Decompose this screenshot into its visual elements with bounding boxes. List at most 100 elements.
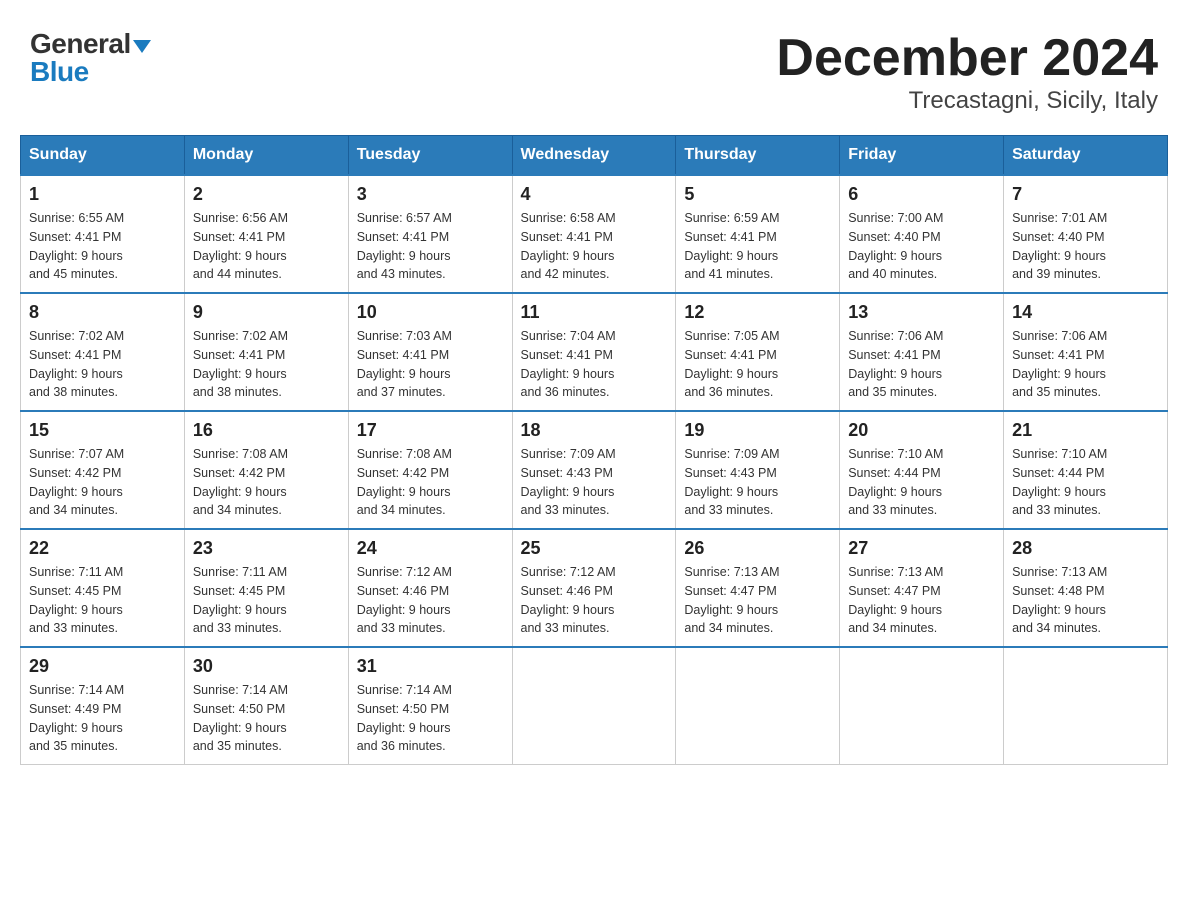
table-row: 20 Sunrise: 7:10 AM Sunset: 4:44 PM Dayl… <box>840 411 1004 529</box>
day-number: 25 <box>521 538 668 559</box>
logo-triangle-icon <box>133 40 151 53</box>
table-row: 4 Sunrise: 6:58 AM Sunset: 4:41 PM Dayli… <box>512 175 676 293</box>
day-info: Sunrise: 7:09 AM Sunset: 4:43 PM Dayligh… <box>684 445 831 520</box>
page-header: General Blue December 2024 Trecastagni, … <box>20 20 1168 115</box>
day-number: 31 <box>357 656 504 677</box>
calendar-week-row: 22 Sunrise: 7:11 AM Sunset: 4:45 PM Dayl… <box>21 529 1168 647</box>
day-number: 5 <box>684 184 831 205</box>
day-info: Sunrise: 7:02 AM Sunset: 4:41 PM Dayligh… <box>29 327 176 402</box>
col-wednesday: Wednesday <box>512 136 676 176</box>
day-info: Sunrise: 7:13 AM Sunset: 4:47 PM Dayligh… <box>684 563 831 638</box>
table-row <box>840 647 1004 765</box>
col-sunday: Sunday <box>21 136 185 176</box>
day-number: 22 <box>29 538 176 559</box>
day-info: Sunrise: 7:02 AM Sunset: 4:41 PM Dayligh… <box>193 327 340 402</box>
day-info: Sunrise: 7:12 AM Sunset: 4:46 PM Dayligh… <box>521 563 668 638</box>
table-row: 15 Sunrise: 7:07 AM Sunset: 4:42 PM Dayl… <box>21 411 185 529</box>
table-row: 16 Sunrise: 7:08 AM Sunset: 4:42 PM Dayl… <box>184 411 348 529</box>
day-info: Sunrise: 7:12 AM Sunset: 4:46 PM Dayligh… <box>357 563 504 638</box>
day-info: Sunrise: 6:58 AM Sunset: 4:41 PM Dayligh… <box>521 209 668 284</box>
col-friday: Friday <box>840 136 1004 176</box>
day-number: 21 <box>1012 420 1159 441</box>
day-number: 29 <box>29 656 176 677</box>
table-row: 14 Sunrise: 7:06 AM Sunset: 4:41 PM Dayl… <box>1004 293 1168 411</box>
day-info: Sunrise: 7:14 AM Sunset: 4:50 PM Dayligh… <box>357 681 504 756</box>
day-number: 1 <box>29 184 176 205</box>
table-row: 30 Sunrise: 7:14 AM Sunset: 4:50 PM Dayl… <box>184 647 348 765</box>
table-row: 8 Sunrise: 7:02 AM Sunset: 4:41 PM Dayli… <box>21 293 185 411</box>
day-info: Sunrise: 7:06 AM Sunset: 4:41 PM Dayligh… <box>1012 327 1159 402</box>
table-row: 9 Sunrise: 7:02 AM Sunset: 4:41 PM Dayli… <box>184 293 348 411</box>
day-number: 8 <box>29 302 176 323</box>
table-row: 21 Sunrise: 7:10 AM Sunset: 4:44 PM Dayl… <box>1004 411 1168 529</box>
table-row <box>676 647 840 765</box>
day-number: 7 <box>1012 184 1159 205</box>
table-row: 6 Sunrise: 7:00 AM Sunset: 4:40 PM Dayli… <box>840 175 1004 293</box>
day-info: Sunrise: 6:57 AM Sunset: 4:41 PM Dayligh… <box>357 209 504 284</box>
day-info: Sunrise: 7:08 AM Sunset: 4:42 PM Dayligh… <box>357 445 504 520</box>
day-info: Sunrise: 7:09 AM Sunset: 4:43 PM Dayligh… <box>521 445 668 520</box>
location-title: Trecastagni, Sicily, Italy <box>776 87 1158 115</box>
day-info: Sunrise: 7:06 AM Sunset: 4:41 PM Dayligh… <box>848 327 995 402</box>
col-monday: Monday <box>184 136 348 176</box>
calendar-header-row: Sunday Monday Tuesday Wednesday Thursday… <box>21 136 1168 176</box>
day-number: 18 <box>521 420 668 441</box>
day-info: Sunrise: 6:59 AM Sunset: 4:41 PM Dayligh… <box>684 209 831 284</box>
day-number: 2 <box>193 184 340 205</box>
day-number: 10 <box>357 302 504 323</box>
day-info: Sunrise: 7:08 AM Sunset: 4:42 PM Dayligh… <box>193 445 340 520</box>
calendar-week-row: 1 Sunrise: 6:55 AM Sunset: 4:41 PM Dayli… <box>21 175 1168 293</box>
col-saturday: Saturday <box>1004 136 1168 176</box>
day-info: Sunrise: 7:03 AM Sunset: 4:41 PM Dayligh… <box>357 327 504 402</box>
calendar-week-row: 15 Sunrise: 7:07 AM Sunset: 4:42 PM Dayl… <box>21 411 1168 529</box>
day-info: Sunrise: 7:13 AM Sunset: 4:47 PM Dayligh… <box>848 563 995 638</box>
day-info: Sunrise: 7:07 AM Sunset: 4:42 PM Dayligh… <box>29 445 176 520</box>
calendar-table: Sunday Monday Tuesday Wednesday Thursday… <box>20 135 1168 765</box>
day-number: 14 <box>1012 302 1159 323</box>
day-number: 24 <box>357 538 504 559</box>
table-row: 13 Sunrise: 7:06 AM Sunset: 4:41 PM Dayl… <box>840 293 1004 411</box>
table-row <box>512 647 676 765</box>
day-info: Sunrise: 7:10 AM Sunset: 4:44 PM Dayligh… <box>1012 445 1159 520</box>
day-info: Sunrise: 7:11 AM Sunset: 4:45 PM Dayligh… <box>29 563 176 638</box>
day-info: Sunrise: 6:56 AM Sunset: 4:41 PM Dayligh… <box>193 209 340 284</box>
logo-blue-text: Blue <box>30 56 89 87</box>
table-row: 1 Sunrise: 6:55 AM Sunset: 4:41 PM Dayli… <box>21 175 185 293</box>
day-info: Sunrise: 7:10 AM Sunset: 4:44 PM Dayligh… <box>848 445 995 520</box>
table-row: 7 Sunrise: 7:01 AM Sunset: 4:40 PM Dayli… <box>1004 175 1168 293</box>
day-number: 6 <box>848 184 995 205</box>
calendar-week-row: 29 Sunrise: 7:14 AM Sunset: 4:49 PM Dayl… <box>21 647 1168 765</box>
calendar-week-row: 8 Sunrise: 7:02 AM Sunset: 4:41 PM Dayli… <box>21 293 1168 411</box>
table-row: 5 Sunrise: 6:59 AM Sunset: 4:41 PM Dayli… <box>676 175 840 293</box>
table-row: 3 Sunrise: 6:57 AM Sunset: 4:41 PM Dayli… <box>348 175 512 293</box>
day-info: Sunrise: 7:01 AM Sunset: 4:40 PM Dayligh… <box>1012 209 1159 284</box>
day-number: 16 <box>193 420 340 441</box>
table-row <box>1004 647 1168 765</box>
day-number: 19 <box>684 420 831 441</box>
table-row: 11 Sunrise: 7:04 AM Sunset: 4:41 PM Dayl… <box>512 293 676 411</box>
day-number: 13 <box>848 302 995 323</box>
table-row: 23 Sunrise: 7:11 AM Sunset: 4:45 PM Dayl… <box>184 529 348 647</box>
day-info: Sunrise: 7:05 AM Sunset: 4:41 PM Dayligh… <box>684 327 831 402</box>
table-row: 22 Sunrise: 7:11 AM Sunset: 4:45 PM Dayl… <box>21 529 185 647</box>
table-row: 12 Sunrise: 7:05 AM Sunset: 4:41 PM Dayl… <box>676 293 840 411</box>
day-number: 9 <box>193 302 340 323</box>
day-number: 20 <box>848 420 995 441</box>
table-row: 2 Sunrise: 6:56 AM Sunset: 4:41 PM Dayli… <box>184 175 348 293</box>
table-row: 18 Sunrise: 7:09 AM Sunset: 4:43 PM Dayl… <box>512 411 676 529</box>
title-area: December 2024 Trecastagni, Sicily, Italy <box>776 30 1158 115</box>
day-info: Sunrise: 7:14 AM Sunset: 4:49 PM Dayligh… <box>29 681 176 756</box>
day-info: Sunrise: 7:04 AM Sunset: 4:41 PM Dayligh… <box>521 327 668 402</box>
day-number: 23 <box>193 538 340 559</box>
logo: General Blue <box>30 30 151 86</box>
table-row: 28 Sunrise: 7:13 AM Sunset: 4:48 PM Dayl… <box>1004 529 1168 647</box>
table-row: 17 Sunrise: 7:08 AM Sunset: 4:42 PM Dayl… <box>348 411 512 529</box>
day-number: 12 <box>684 302 831 323</box>
col-thursday: Thursday <box>676 136 840 176</box>
day-number: 17 <box>357 420 504 441</box>
day-number: 11 <box>521 302 668 323</box>
day-number: 4 <box>521 184 668 205</box>
table-row: 26 Sunrise: 7:13 AM Sunset: 4:47 PM Dayl… <box>676 529 840 647</box>
day-number: 30 <box>193 656 340 677</box>
day-info: Sunrise: 7:00 AM Sunset: 4:40 PM Dayligh… <box>848 209 995 284</box>
